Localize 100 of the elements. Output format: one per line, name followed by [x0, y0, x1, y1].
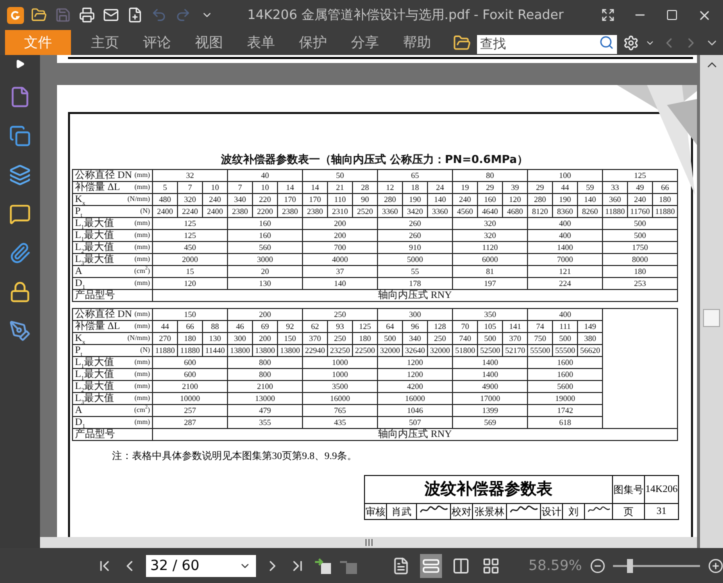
- table-cell: 170: [284, 195, 296, 204]
- table-cell: 8000: [632, 255, 648, 264]
- page-icon[interactable]: [9, 86, 31, 108]
- row-label: L$_{2}$最大值: [75, 242, 114, 253]
- table-cell: 4680: [507, 207, 523, 216]
- menu-tab[interactable]: 视图: [183, 30, 235, 55]
- row-label: A: [75, 405, 82, 416]
- table-cell: 2200: [257, 207, 273, 216]
- table-cell: 32000: [380, 346, 400, 355]
- toolbar-button[interactable]: [102, 6, 120, 24]
- expand-icon[interactable]: [15, 59, 25, 69]
- search-field[interactable]: 查找: [477, 35, 617, 54]
- table-cell: 125: [184, 231, 196, 240]
- table-title: 波纹补偿器参数表一（轴向内压式 公称压力：PN=0.6MPa）: [220, 152, 529, 166]
- table-cell: 260: [409, 219, 421, 228]
- row-label: D$_{1}$: [75, 278, 86, 289]
- table-cell: 125: [184, 219, 196, 228]
- table-cell: 93: [336, 322, 344, 331]
- zoom-out-icon[interactable]: [590, 556, 606, 574]
- slider-thumb[interactable]: [627, 558, 634, 572]
- table-cell: 10000: [180, 394, 200, 403]
- table-cell: 44: [561, 183, 569, 192]
- table-cell: 7000: [557, 255, 573, 264]
- table-cell: 320: [484, 231, 496, 240]
- table-cell: 8120: [532, 207, 548, 216]
- fullscreen-icon[interactable]: [601, 8, 615, 22]
- row-label: L$_{1}$最大值: [75, 218, 114, 229]
- paperclip-icon[interactable]: [9, 242, 31, 264]
- table-cell: 480: [159, 195, 171, 204]
- table-cell: 37: [336, 267, 344, 276]
- table-cell: 2380: [232, 207, 248, 216]
- row-label: 公称直径 DN: [75, 309, 132, 320]
- new-file-icon: [127, 7, 143, 23]
- table-cell: 22500: [355, 346, 376, 355]
- print-icon: [79, 7, 95, 23]
- toolbar-button[interactable]: [30, 6, 48, 24]
- settings-icon[interactable]: [623, 34, 639, 50]
- drawing-title: 波纹补偿器参数表: [424, 479, 553, 498]
- table-cell: 5600: [557, 382, 574, 391]
- table-cell: 10: [211, 183, 219, 192]
- folder-icon[interactable]: [453, 34, 471, 52]
- zoom-in-icon[interactable]: [708, 556, 723, 574]
- table-cell: 257: [184, 406, 196, 415]
- copy-icon[interactable]: [9, 125, 31, 147]
- table-cell: 370: [309, 334, 322, 343]
- toolbar-button[interactable]: [6, 6, 24, 24]
- vertical-scrollbar[interactable]: [700, 55, 723, 548]
- table-cell: 750: [534, 334, 546, 343]
- table-cell: 52500: [480, 346, 500, 355]
- table-cell: 240: [459, 195, 471, 204]
- maximize-icon[interactable]: [666, 9, 678, 21]
- table-cell: 120: [509, 195, 521, 204]
- menu-tab[interactable]: 表单: [235, 30, 287, 55]
- table-cell: 29: [536, 183, 544, 192]
- page-transition-icon[interactable]: [314, 556, 332, 574]
- table-cell: 1600: [557, 370, 574, 379]
- layers-icon[interactable]: [9, 164, 31, 186]
- table-cell: 140: [584, 195, 596, 204]
- table-cell: 7: [188, 183, 192, 192]
- table-cell: 69: [261, 322, 270, 331]
- menu-tab[interactable]: 保护: [287, 30, 339, 55]
- table-cell: 33: [611, 183, 620, 192]
- menu-tab[interactable]: 评论: [131, 30, 183, 55]
- menu-tab[interactable]: 分享: [339, 30, 391, 55]
- row-label: P$_{t}$: [75, 345, 82, 356]
- comment-icon[interactable]: [9, 203, 31, 225]
- row-label: D$_{1}$: [75, 417, 86, 428]
- page-number-field[interactable]: 32 / 60: [146, 554, 256, 576]
- table-cell: 910: [409, 243, 421, 252]
- lock-icon[interactable]: [9, 281, 31, 303]
- row-label: L$_{1}$最大值: [75, 369, 114, 380]
- table-cell: 350: [484, 310, 496, 319]
- pen-icon[interactable]: [9, 320, 31, 342]
- table-cell: 90: [361, 195, 369, 204]
- row-label: L$_{3}$最大值: [75, 254, 114, 265]
- table-cell: 149: [584, 322, 596, 331]
- table-cell: 13800: [280, 346, 300, 355]
- table-cell: 轴向内压式 RNY: [378, 290, 452, 301]
- table-cell: 560: [259, 243, 271, 252]
- table-cell: 3000: [257, 255, 273, 264]
- table-cell: 7: [238, 183, 242, 192]
- table-cell: 340: [234, 195, 246, 204]
- toolbar-button[interactable]: [126, 6, 144, 24]
- menu-tab[interactable]: 主页: [79, 30, 131, 55]
- scroll-thumb[interactable]: [703, 309, 720, 327]
- view-mode-button[interactable]: [420, 554, 442, 578]
- table-cell: 2000: [182, 255, 198, 264]
- row-label: K$_{x}$: [75, 333, 86, 344]
- menu-tab[interactable]: 帮助: [391, 30, 443, 55]
- search-icon[interactable]: [599, 35, 614, 50]
- table-cell: 600: [184, 370, 196, 379]
- table-cell: 160: [484, 195, 496, 204]
- table-cell: 88: [211, 322, 219, 331]
- table-cell: 450: [184, 243, 196, 252]
- mail-icon: [103, 7, 119, 23]
- horizontal-scrollbar[interactable]: [40, 537, 697, 548]
- table-cell: 16000: [405, 394, 426, 403]
- table-cell: 180: [184, 334, 196, 343]
- table-cell: 120: [184, 279, 196, 288]
- toolbar-button[interactable]: [78, 6, 96, 24]
